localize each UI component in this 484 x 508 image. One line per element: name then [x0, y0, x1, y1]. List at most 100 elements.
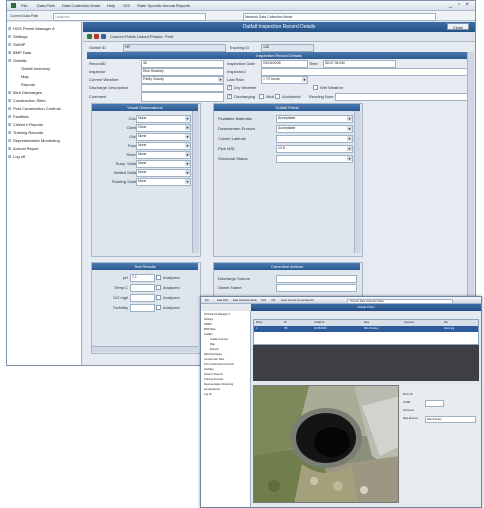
visual-field-select[interactable]: None — [136, 133, 191, 141]
expand-icon[interactable]: ⊞ — [8, 146, 11, 151]
last-rain-select[interactable]: > 72 hours — [261, 76, 308, 84]
analyzed-checkbox[interactable] — [156, 305, 161, 310]
w2-tree-item[interactable]: Training Records — [204, 378, 223, 381]
visual-field-select[interactable]: None — [136, 151, 191, 159]
w2-tree-item[interactable]: Outfall Inventory — [210, 338, 228, 341]
current-weather-select[interactable]: Partly Cloudy — [141, 76, 224, 84]
inspector-field[interactable]: Rick Sharkey — [141, 68, 224, 76]
w2-tree-item[interactable]: HGS Permit Manager 6 — [204, 313, 230, 316]
w2-tree-item[interactable]: Annual Report — [204, 388, 220, 391]
tree-item-outfall-inventory[interactable]: Outfall Inventory — [21, 66, 50, 71]
tree-item-facilities[interactable]: Facilities — [13, 114, 29, 119]
expand-icon[interactable]: ⊞ — [8, 26, 11, 31]
expand-icon[interactable]: ⊞ — [8, 42, 11, 47]
window-controls[interactable]: _ ▫ × — [449, 2, 471, 8]
illicit-checkbox[interactable] — [259, 94, 264, 99]
table-row[interactable]: 1 HR 03/15/2008 Rick Sharkey... photo.jpg — [254, 326, 478, 332]
outfall-field-select[interactable] — [276, 155, 353, 163]
expand-icon[interactable]: ⊞ — [8, 50, 11, 55]
grid-header-cell[interactable]: Photo — [256, 321, 263, 324]
tree-item-hgs-permit-manager-6[interactable]: HGS Permit Manager 6 — [13, 26, 55, 31]
expand-icon[interactable]: ⊞ — [8, 106, 11, 111]
tree-item-illicit-discharges[interactable]: Illicit Discharges — [13, 90, 42, 95]
tree-item-swmp[interactable]: SWMP — [13, 42, 25, 47]
menu-help[interactable]: Help — [107, 3, 115, 8]
outfall-field-select[interactable]: Acceptable — [276, 115, 353, 123]
visual-scrollbar[interactable] — [192, 111, 199, 253]
data-path-field[interactable]: Database — [53, 13, 206, 21]
menu-data-collection-mode[interactable]: Data Collection Mode — [62, 3, 100, 8]
tree-item-reports[interactable]: Reports — [21, 82, 35, 87]
time-field[interactable]: 08:07:35 AM — [323, 60, 396, 68]
inspector2-field[interactable] — [261, 68, 474, 76]
w2-menu-state-reports[interactable]: State Specific Annual Reports — [281, 299, 314, 302]
grid-header-cell[interactable]: ID — [284, 321, 287, 324]
grid-header-cell[interactable]: Date — [364, 321, 369, 324]
analyzed-checkbox[interactable] — [156, 285, 161, 290]
custom-fields-button[interactable]: Custom Fields — [110, 34, 136, 39]
comment-field[interactable] — [141, 92, 224, 102]
grid-header-cell[interactable]: File — [444, 321, 448, 324]
expand-icon[interactable]: ⊞ — [8, 98, 11, 103]
outfall-field-select[interactable] — [276, 135, 353, 143]
w2-tree-item[interactable]: Post Construction Controls — [204, 363, 234, 366]
tracking-id-field[interactable]: 128 — [261, 44, 314, 52]
menu-data-path[interactable]: Data Path — [37, 3, 55, 8]
inspection-date-field[interactable]: 03/15/2008 — [261, 60, 308, 68]
outfall-id-field[interactable]: HR — [123, 44, 226, 52]
collection-mode-field[interactable]: Network Data Collection Mode — [243, 13, 436, 21]
tree-item-construction-sites[interactable]: Construction Sites — [13, 98, 45, 103]
menu-file[interactable]: File — [21, 3, 27, 8]
tree-item-citizen-s-reports[interactable]: Citizen's Reports — [13, 122, 43, 127]
photo-date-field[interactable]: Rick Sharkey — [425, 416, 476, 423]
visual-field-select[interactable]: None — [136, 160, 191, 168]
expand-icon[interactable]: ⊞ — [8, 114, 11, 119]
discharging-checkbox[interactable] — [227, 93, 232, 99]
w2-menu-data-path[interactable]: Data Path — [217, 299, 228, 302]
app-icon[interactable] — [11, 3, 16, 9]
w2-tree-item[interactable]: Log off — [204, 393, 212, 396]
w2-tree-item[interactable]: Citizen's Reports — [204, 373, 223, 376]
wet-weather-checkbox[interactable] — [313, 85, 318, 90]
outfall-field-select[interactable]: Acceptable — [276, 125, 353, 133]
tree-item-log-off[interactable]: Log off — [13, 154, 25, 159]
w2-tree-item[interactable]: BMP Data — [204, 328, 215, 331]
w2-tree-item[interactable]: Reports — [210, 348, 219, 351]
analyzed-checkbox[interactable] — [156, 275, 161, 280]
visual-field-select[interactable]: Clear — [136, 124, 191, 132]
w2-menu-data-collection[interactable]: Data Collection Mode — [233, 299, 257, 302]
outfall-scrollbar[interactable] — [354, 111, 361, 253]
dry-weather-checkbox[interactable] — [227, 84, 232, 90]
owner-name-field[interactable] — [276, 284, 357, 292]
expand-icon[interactable]: ⊞ — [8, 154, 11, 159]
outfall-field-select[interactable]: 12.5 — [276, 145, 353, 153]
expand-icon[interactable]: ⊞ — [8, 122, 11, 127]
tree-item-map[interactable]: Map — [21, 74, 29, 79]
w2-menu-gis[interactable]: GIS — [271, 299, 275, 302]
tree-item-outfalls[interactable]: Outfalls — [13, 58, 27, 63]
menu-gis[interactable]: GIS — [123, 3, 130, 8]
visual-field-select[interactable]: None — [136, 169, 191, 177]
w2-tree-item[interactable]: Representative Monitoring — [204, 383, 233, 386]
w2-tree-item[interactable]: Outfalls — [204, 333, 212, 336]
test-hscrollbar[interactable] — [92, 346, 198, 352]
visual-field-select[interactable]: None — [136, 115, 191, 123]
w2-tree-item[interactable]: Facilities — [204, 368, 214, 371]
test-field-input[interactable] — [130, 294, 155, 302]
add-icon[interactable] — [87, 34, 92, 39]
tree-item-annual-report[interactable]: Annual Report — [13, 146, 39, 151]
analyzed-checkbox[interactable] — [156, 295, 161, 300]
expand-icon[interactable]: ⊞ — [8, 90, 11, 95]
close-button[interactable]: Close — [447, 23, 469, 30]
linked-photos-button[interactable]: Linked Photos — [137, 34, 162, 39]
test-field-input[interactable] — [130, 304, 155, 312]
grid-header-cell[interactable]: Outfall ID — [314, 321, 324, 324]
visual-field-select[interactable]: None — [136, 142, 191, 150]
save-icon[interactable] — [101, 34, 106, 39]
w2-tree-item[interactable]: SWMP — [204, 323, 212, 326]
reading-num-field[interactable] — [335, 93, 474, 101]
delete-icon[interactable] — [94, 34, 99, 39]
w2-tree-item[interactable]: Settings — [204, 318, 213, 321]
w2-tree-item[interactable]: Map — [210, 343, 215, 346]
tree-item-bmp-data[interactable]: BMP Data — [13, 50, 31, 55]
